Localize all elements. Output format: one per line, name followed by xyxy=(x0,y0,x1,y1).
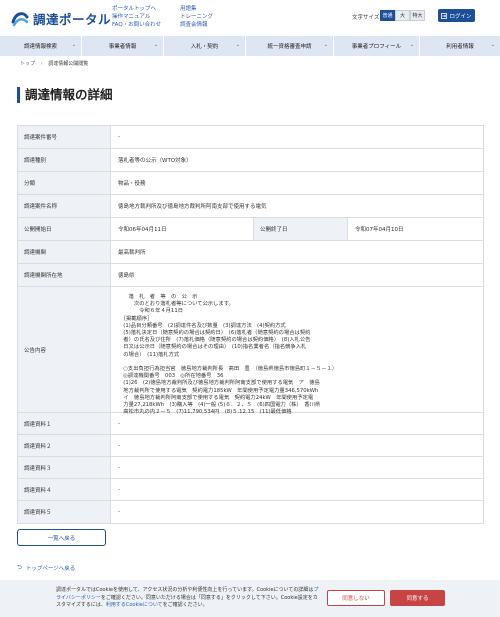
cookie-message: 調達ポータルではCookieを使用して、アクセス状況の分析や利便性向上を行ってい… xyxy=(56,587,321,610)
chevron-down-icon: ⌄ xyxy=(490,42,495,48)
detail-label: 調達資料１ xyxy=(18,413,111,434)
login-icon xyxy=(441,12,448,19)
chevron-down-icon: ⌄ xyxy=(409,42,414,48)
detail-label: 調達資料３ xyxy=(18,457,111,478)
detail-label: 調達資料４ xyxy=(18,479,111,500)
detail-value: 落札者等の公示（WTO対象） xyxy=(118,158,192,164)
detail-value: - xyxy=(118,486,120,493)
main-nav: 調達情報検索 ⌄ 事業者情報 ⌄ 入札・契約 ⌄ 統一資格審査申請 ⌄ 事業者プ… xyxy=(0,36,500,56)
logo-mark-icon xyxy=(10,8,30,28)
header-link-faq[interactable]: FAQ・お問い合わせ xyxy=(112,21,161,29)
detail-value: - xyxy=(118,464,120,471)
chevron-down-icon: ⌄ xyxy=(235,42,240,48)
detail-row-location: 調達機関所在地 徳島県 xyxy=(18,264,483,287)
font-size-xlarge-button[interactable]: 特大 xyxy=(410,10,425,21)
nav-label: 事業者情報 xyxy=(108,44,137,50)
back-to-list-button[interactable]: 一覧へ戻る xyxy=(17,529,106,546)
nav-label: 統一資格審査申請 xyxy=(267,44,312,50)
detail-label: 調達案件名称 xyxy=(18,195,111,217)
font-size-large-button[interactable]: 大 xyxy=(395,10,410,21)
cookie-text-after: をご確認ください。 xyxy=(162,602,208,608)
detail-value: 令和07年04月10日 xyxy=(355,227,404,233)
breadcrumb: トップ › 調達情報公開閲覧 xyxy=(20,60,88,67)
nav-item-business-profile[interactable]: 事業者プロフィール ⌄ xyxy=(334,36,420,56)
nav-item-business-info[interactable]: 事業者情報 ⌄ xyxy=(82,36,164,56)
detail-row-case-number: 調達案件番号 - xyxy=(18,126,483,149)
nav-item-user-info[interactable]: 利用者情報 ⌄ xyxy=(420,36,500,56)
header-link-training[interactable]: トレーニング xyxy=(180,13,213,21)
breadcrumb-separator-icon: › xyxy=(40,61,43,67)
cookie-text-before: 調達ポータルではCookieを使用して、アクセス状況の分析や利便性向上を行ってい… xyxy=(56,587,314,593)
detail-value: - xyxy=(118,509,120,515)
login-label: ログイン xyxy=(449,13,472,20)
detail-row-notice: 公告内容 落 札 者 等 の 公 示 次のとおり落札者等について公示します。 令… xyxy=(18,287,483,416)
detail-row-type: 調達種別 落札者等の公示（WTO対象） xyxy=(18,149,483,172)
detail-label: 分類 xyxy=(18,172,111,194)
detail-value: 令和06年04月11日 xyxy=(111,218,254,240)
detail-label: 調達資料５ xyxy=(18,501,111,523)
chevron-down-icon: ⌄ xyxy=(153,42,158,48)
font-size-normal-button[interactable]: 普通 xyxy=(380,10,395,21)
header-link-survey[interactable]: 調査会情報 xyxy=(180,21,213,29)
nav-item-bidding[interactable]: 入札・契約 ⌄ xyxy=(164,36,246,56)
breadcrumb-current: 調達情報公開閲覧 xyxy=(48,61,89,67)
detail-row-doc-1: 調達資料１ - xyxy=(18,413,483,435)
detail-label: 調達資料２ xyxy=(18,435,111,456)
cookie-banner: 調達ポータルではCookieを使用して、アクセス状況の分析や利便性向上を行ってい… xyxy=(0,580,500,617)
nav-item-procurement-search[interactable]: 調達情報検索 ⌄ xyxy=(0,36,82,56)
nav-label: 利用者情報 xyxy=(446,44,474,50)
header-link-glossary[interactable]: 用語集 xyxy=(180,5,213,13)
detail-table: 調達案件番号 - 調達種別 落札者等の公示（WTO対象） 分類 物品・役務 調達… xyxy=(17,125,484,524)
detail-value: 徳島県 xyxy=(118,273,135,279)
detail-row-dates: 公開開始日 令和06年04月11日 公開終了日 令和07年04月10日 xyxy=(18,218,483,241)
site-logo[interactable]: 調達ポータル xyxy=(10,7,111,29)
login-button[interactable]: ログイン xyxy=(438,9,475,22)
detail-value: - xyxy=(118,442,120,449)
breadcrumb-home[interactable]: トップ xyxy=(20,61,35,67)
detail-label: 公開終了日 xyxy=(254,218,348,240)
font-size-switcher: 普通 大 特大 xyxy=(380,10,425,21)
detail-label: 調達機関所在地 xyxy=(18,264,111,286)
cookie-settings-link[interactable]: 利用するCookieについて xyxy=(106,602,163,608)
header-link-portal-top[interactable]: ポータルトップへ xyxy=(112,5,161,13)
header-links-primary: ポータルトップへ 操作マニュアル FAQ・お問い合わせ xyxy=(112,5,161,29)
detail-value: 物品・役務 xyxy=(118,181,146,187)
chevron-down-icon: ⌄ xyxy=(71,42,76,48)
page-title: 調達情報の詳細 xyxy=(17,87,113,103)
detail-label: 調達案件番号 xyxy=(18,126,111,148)
return-arrow-icon: ⮌ xyxy=(17,564,22,571)
cookie-accept-button[interactable]: 同意する xyxy=(390,590,445,606)
font-size-label: 文字サイズ xyxy=(352,15,380,21)
detail-value: - xyxy=(118,134,120,140)
detail-row-doc-5: 調達資料５ - xyxy=(18,501,483,523)
detail-label: 公告内容 xyxy=(18,287,111,412)
detail-row-doc-4: 調達資料４ - xyxy=(18,479,483,501)
nav-label: 入札・契約 xyxy=(190,44,219,50)
header-link-manual[interactable]: 操作マニュアル xyxy=(112,13,161,21)
detail-row-doc-2: 調達資料２ - xyxy=(18,435,483,457)
detail-label: 調達機関 xyxy=(18,241,111,263)
cookie-deny-button[interactable]: 同意しない xyxy=(327,590,385,606)
detail-label: 調達種別 xyxy=(18,149,111,171)
chevron-down-icon: ⌄ xyxy=(323,42,328,48)
notice-content: 落 札 者 等 の 公 示 次のとおり落札者等について公示します。 令和６年４月… xyxy=(123,294,338,416)
back-to-top-label: トップページへ戻る xyxy=(25,566,76,572)
detail-row-org: 調達機関 最高裁判所 xyxy=(18,241,483,264)
site-header: 調達ポータル ポータルトップへ 操作マニュアル FAQ・お問い合わせ 用語集 ト… xyxy=(0,0,500,36)
detail-row-doc-3: 調達資料３ - xyxy=(18,457,483,479)
detail-value: - xyxy=(118,420,120,427)
detail-row-name: 調達案件名称 徳島地方裁判所及び徳島地方裁判所阿南支部で使用する電気 xyxy=(18,195,483,218)
nav-item-qualification[interactable]: 統一資格審査申請 ⌄ xyxy=(246,36,334,56)
detail-row-category: 分類 物品・役務 xyxy=(18,172,483,195)
header-links-secondary: 用語集 トレーニング 調査会情報 xyxy=(180,5,213,29)
nav-label: 調達情報検索 xyxy=(23,44,57,50)
detail-value: 最高裁判所 xyxy=(118,250,146,256)
detail-value: 徳島地方裁判所及び徳島地方裁判所阿南支部で使用する電気 xyxy=(118,204,267,210)
nav-label: 事業者プロフィール xyxy=(351,44,402,50)
detail-label: 公開開始日 xyxy=(18,218,111,240)
back-to-top-link[interactable]: ⮌ トップページへ戻る xyxy=(17,563,75,573)
logo-text: 調達ポータル xyxy=(33,11,112,27)
